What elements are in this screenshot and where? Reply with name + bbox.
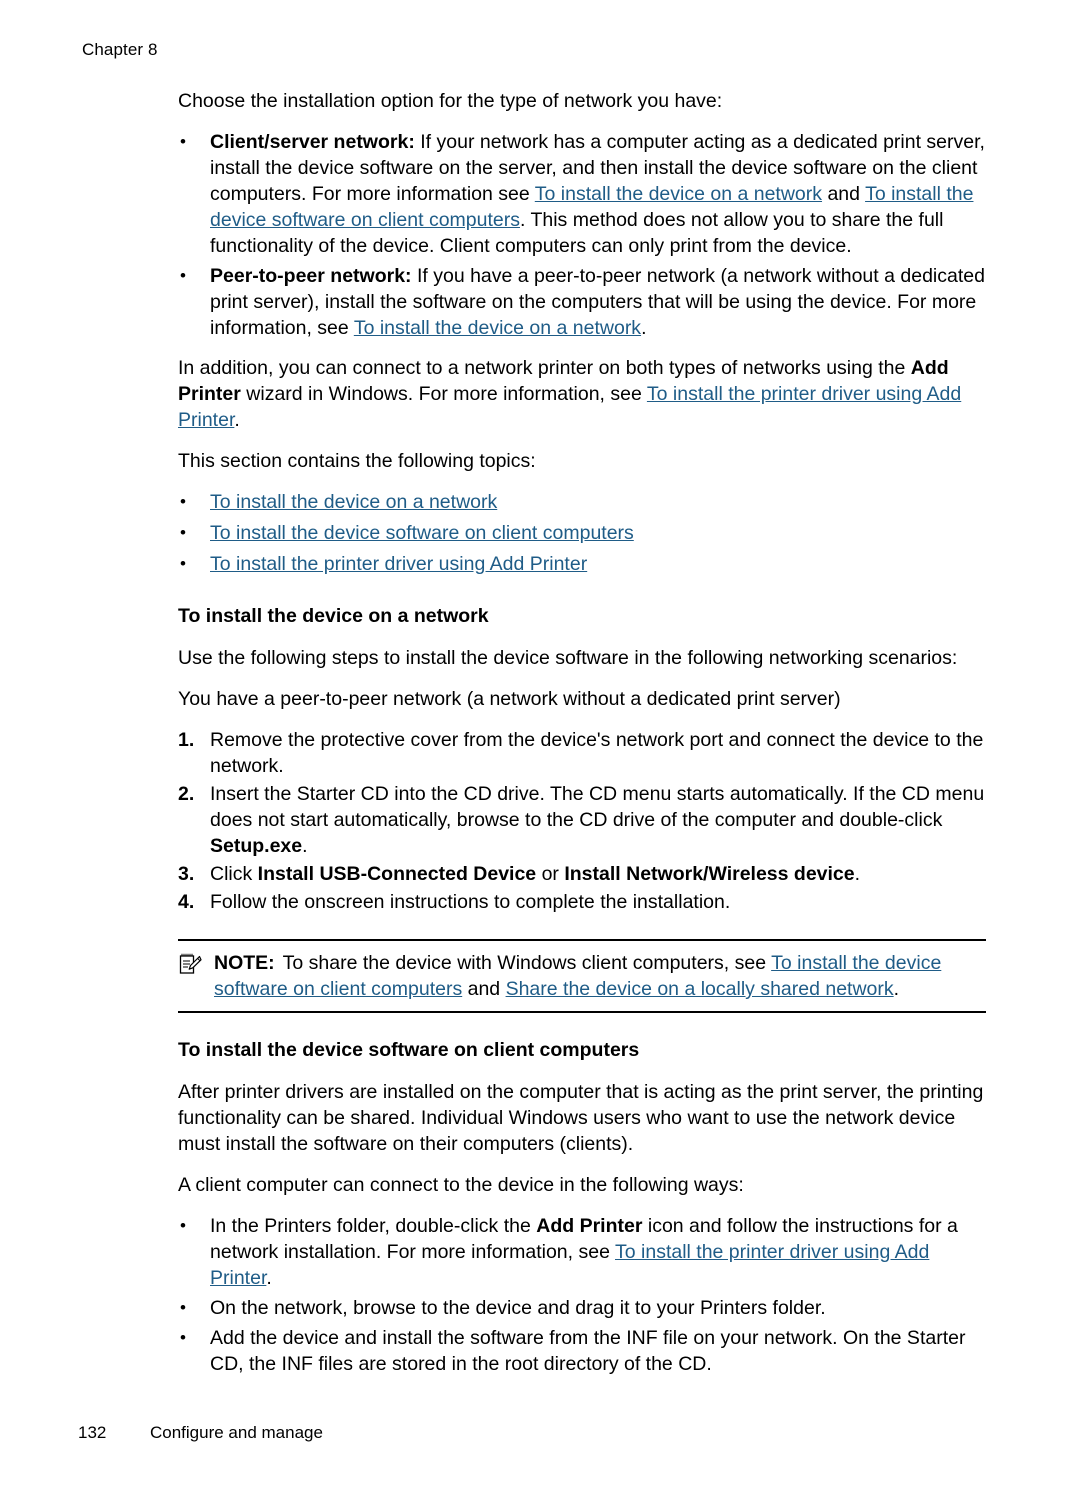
note-label: NOTE:: [214, 952, 275, 974]
install-steps-list: 1. Remove the protective cover from the …: [178, 727, 986, 915]
section-client-paragraph-1: After printer drivers are installed on t…: [178, 1081, 984, 1155]
page-number: 132: [78, 1423, 107, 1442]
step-item: 4. Follow the onscreen instructions to c…: [178, 889, 986, 915]
page-content: Choose the installation option for the t…: [178, 88, 986, 1391]
step-item: 3. Click Install USB-Connected Device or…: [178, 861, 986, 887]
step-text-1: Remove the protective cover from the dev…: [210, 729, 984, 777]
bullet-icon: •: [180, 266, 186, 285]
step-text-3: .: [854, 863, 861, 885]
bullet-icon: •: [180, 1298, 186, 1317]
topic-link-install-device-network[interactable]: To install the device on a network: [210, 491, 497, 513]
network-type-list: • Client/server network: If your network…: [178, 129, 986, 341]
list-item: • To install the device on a network: [178, 489, 986, 515]
network-type-term: Peer-to-peer network:: [210, 265, 412, 287]
note-text-2: and: [462, 978, 506, 1000]
section-network-paragraph-2: You have a peer-to-peer network (a netwo…: [178, 688, 841, 710]
network-type-text-2: .: [641, 317, 647, 339]
topic-link-list: • To install the device on a network • T…: [178, 489, 986, 577]
step-number: 3.: [178, 863, 195, 885]
footer-section-title: Configure and manage: [150, 1423, 323, 1442]
xref-link[interactable]: Share the device on a locally shared net…: [506, 978, 894, 1000]
bullet-icon: •: [180, 523, 186, 542]
note-content: NOTE: To share the device with Windows cl…: [178, 950, 986, 1002]
step-text-1: Insert the Starter CD into the CD drive.…: [210, 783, 985, 831]
step-item: 1. Remove the protective cover from the …: [178, 727, 986, 779]
step-number: 2.: [178, 783, 195, 805]
document-page: Chapter 8 Choose the installation option…: [0, 0, 1080, 1495]
add-printer-text-2: wizard in Windows. For more information,…: [240, 383, 647, 405]
add-printer-paragraph: In addition, you can connect to a networ…: [178, 355, 986, 433]
list-item: • To install the printer driver using Ad…: [178, 551, 986, 577]
add-printer-text-1: In addition, you can connect to a networ…: [178, 357, 911, 379]
step-bold-network-wireless: Install Network/Wireless device: [564, 863, 855, 885]
list-item: • To install the device software on clie…: [178, 520, 986, 546]
add-printer-text-3: .: [234, 409, 240, 431]
list-item: • In the Printers folder, double-click t…: [178, 1213, 986, 1291]
section-heading-install-device-network: To install the device on a network: [178, 605, 489, 627]
topics-intro-paragraph: This section contains the following topi…: [178, 450, 536, 472]
step-text-2: .: [302, 835, 308, 857]
running-header-chapter: Chapter 8: [82, 40, 158, 59]
bullet-icon: •: [180, 492, 186, 511]
bullet-icon: •: [180, 1328, 186, 1347]
note-callout: NOTE: To share the device with Windows cl…: [178, 939, 986, 1013]
page-footer: 132 Configure and manage: [78, 1423, 323, 1443]
step-item: 2. Insert the Starter CD into the CD dri…: [178, 781, 986, 859]
note-memo-icon: [178, 952, 202, 976]
step-text-1: Follow the onscreen instructions to comp…: [210, 891, 731, 913]
note-text-3: .: [893, 978, 900, 1000]
section-heading-install-software-clients: To install the device software on client…: [178, 1039, 640, 1061]
step-number: 4.: [178, 891, 195, 913]
section-client-paragraph-2: A client computer can connect to the dev…: [178, 1174, 744, 1196]
intro-paragraph: Choose the installation option for the t…: [178, 90, 723, 112]
list-item: • Add the device and install the softwar…: [178, 1325, 986, 1377]
topic-link-install-driver-add-printer[interactable]: To install the printer driver using Add …: [210, 553, 587, 575]
network-type-text-2: and: [822, 183, 866, 205]
list-item: • On the network, browse to the device a…: [178, 1295, 986, 1321]
client-bullet-text-1: On the network, browse to the device and…: [210, 1297, 826, 1319]
note-text-1: To share the device with Windows client …: [282, 952, 772, 974]
bullet-icon: •: [180, 554, 186, 573]
xref-link[interactable]: To install the device on a network: [535, 183, 822, 205]
network-type-term: Client/server network:: [210, 131, 415, 153]
list-item: • Client/server network: If your network…: [178, 129, 986, 259]
client-bullet-text-1: Add the device and install the software …: [210, 1327, 966, 1375]
client-connect-list: • In the Printers folder, double-click t…: [178, 1213, 986, 1377]
client-bullet-bold-add-printer: Add Printer: [536, 1215, 643, 1237]
bullet-icon: •: [180, 132, 186, 151]
section-network-paragraph-1: Use the following steps to install the d…: [178, 647, 958, 669]
list-item: • Peer-to-peer network: If you have a pe…: [178, 263, 986, 341]
client-bullet-text-1: In the Printers folder, double-click the: [210, 1215, 537, 1237]
client-bullet-text-3: .: [266, 1267, 272, 1289]
bullet-icon: •: [180, 1216, 186, 1235]
step-number: 1.: [178, 729, 195, 751]
step-bold-setup-exe: Setup.exe: [210, 835, 303, 857]
topic-link-install-software-clients[interactable]: To install the device software on client…: [210, 522, 634, 544]
step-text-2: or: [536, 863, 565, 885]
step-bold-usb-connected: Install USB-Connected Device: [257, 863, 537, 885]
step-text-1: Click: [210, 863, 258, 885]
xref-link[interactable]: To install the device on a network: [354, 317, 641, 339]
